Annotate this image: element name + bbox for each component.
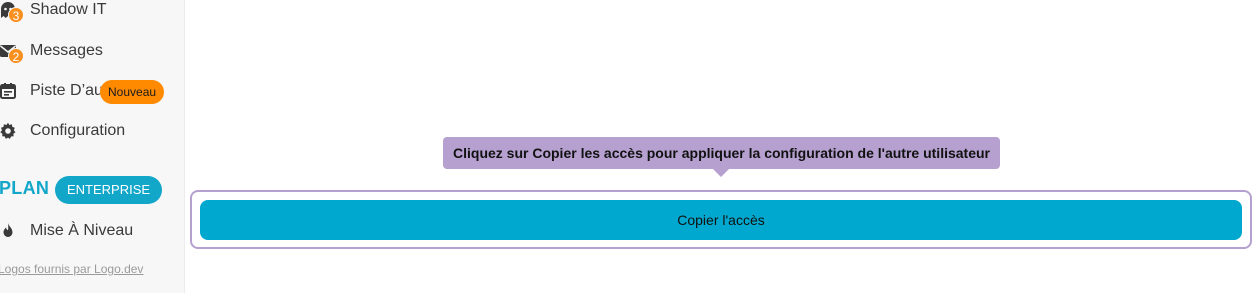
tooltip-arrow	[713, 169, 729, 177]
new-badge: Nouveau	[100, 80, 165, 104]
sidebar-item-configuration[interactable]: Configuration	[0, 113, 184, 149]
sidebar: 3 Shadow IT 2 Messages Piste D’au Nouvea…	[0, 0, 185, 293]
shadow-it-count-badge: 3	[8, 7, 24, 23]
sidebar-item-label: Messages	[30, 42, 103, 59]
onboarding-tooltip: Cliquez sur Copier les accès pour appliq…	[443, 137, 1000, 169]
messages-count-badge: 2	[8, 48, 24, 64]
sidebar-item-label: Shadow IT	[30, 1, 107, 18]
gear-icon	[0, 122, 19, 142]
sidebar-item-upgrade[interactable]: Mise À Niveau	[0, 213, 184, 249]
sidebar-item-label: Mise À Niveau	[30, 222, 134, 239]
copy-access-button[interactable]: Copier l'accès	[200, 200, 1242, 240]
sidebar-item-shadow-it[interactable]: 3 Shadow IT	[0, 0, 184, 28]
sidebar-item-messages[interactable]: 2 Messages	[0, 33, 184, 69]
logos-credit-link[interactable]: Logos fournis par Logo.dev	[0, 262, 143, 276]
sidebar-item-label: Configuration	[30, 122, 126, 139]
plan-title: PLAN	[0, 178, 50, 198]
calendar-icon	[0, 82, 19, 102]
sidebar-item-label: Piste D’au	[30, 82, 103, 99]
flame-icon	[0, 222, 19, 242]
plan-badge: ENTERPRISE	[55, 176, 163, 204]
